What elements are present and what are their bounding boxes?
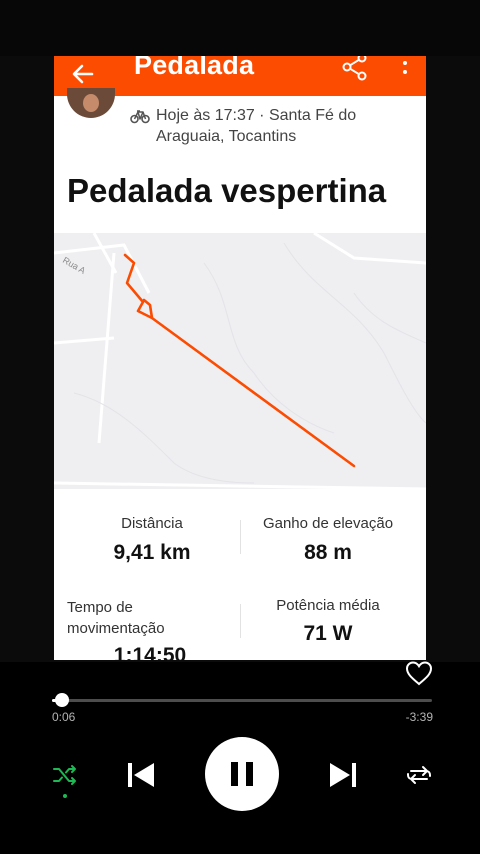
next-track-icon[interactable] — [327, 759, 359, 791]
distance-value: 9,41 km — [113, 541, 191, 564]
app-bar-title: Pedalada — [134, 56, 255, 80]
activity-meta-line1: Hoje às 17:37 · Santa Fé do — [156, 107, 357, 124]
shuffle-icon[interactable] — [52, 762, 78, 788]
back-arrow-icon[interactable] — [70, 61, 96, 87]
progress-track[interactable] — [52, 699, 432, 702]
activity-meta-line2: Araguaia, Tocantins — [156, 128, 297, 145]
share-icon[interactable] — [340, 56, 370, 82]
pause-button[interactable] — [205, 737, 279, 811]
route-map[interactable]: Rua A — [54, 233, 426, 489]
more-options-icon[interactable] — [400, 58, 410, 78]
elapsed-time: 0:06 — [52, 710, 76, 724]
moving-time-value: 1:14:50 — [113, 644, 187, 660]
distance-label: Distância — [121, 515, 183, 532]
remaining-time: -3:39 — [405, 710, 433, 724]
progress-thumb[interactable] — [55, 693, 70, 707]
previous-track-icon[interactable] — [125, 759, 157, 791]
status-bar-area — [0, 0, 480, 56]
stat-divider — [240, 604, 241, 638]
moving-time-label-line2: movimentação — [67, 620, 165, 637]
shuffle-active-dot — [63, 794, 67, 798]
stat-divider — [240, 520, 241, 554]
activity-title: Pedalada vespertina — [67, 172, 387, 209]
repeat-icon[interactable] — [405, 762, 433, 788]
activity-meta: Hoje às 17:37 · Santa Fé do Araguaia, To… — [156, 105, 416, 147]
heart-icon[interactable] — [404, 659, 434, 687]
power-value: 71 W — [303, 622, 353, 645]
moving-time-label: Tempo de movimentação — [67, 597, 227, 639]
avatar[interactable] — [67, 88, 115, 118]
moving-time-label-line1: Tempo de — [67, 599, 133, 616]
elevation-label: Ganho de elevação — [262, 515, 394, 532]
elevation-value: 88 m — [304, 541, 352, 564]
bike-icon — [130, 110, 150, 124]
pause-icon — [231, 762, 253, 786]
power-label: Potência média — [276, 597, 380, 614]
activity-screenshot: Pedalada Hoje às 17:37 · Santa Fé do Ara… — [54, 56, 426, 660]
